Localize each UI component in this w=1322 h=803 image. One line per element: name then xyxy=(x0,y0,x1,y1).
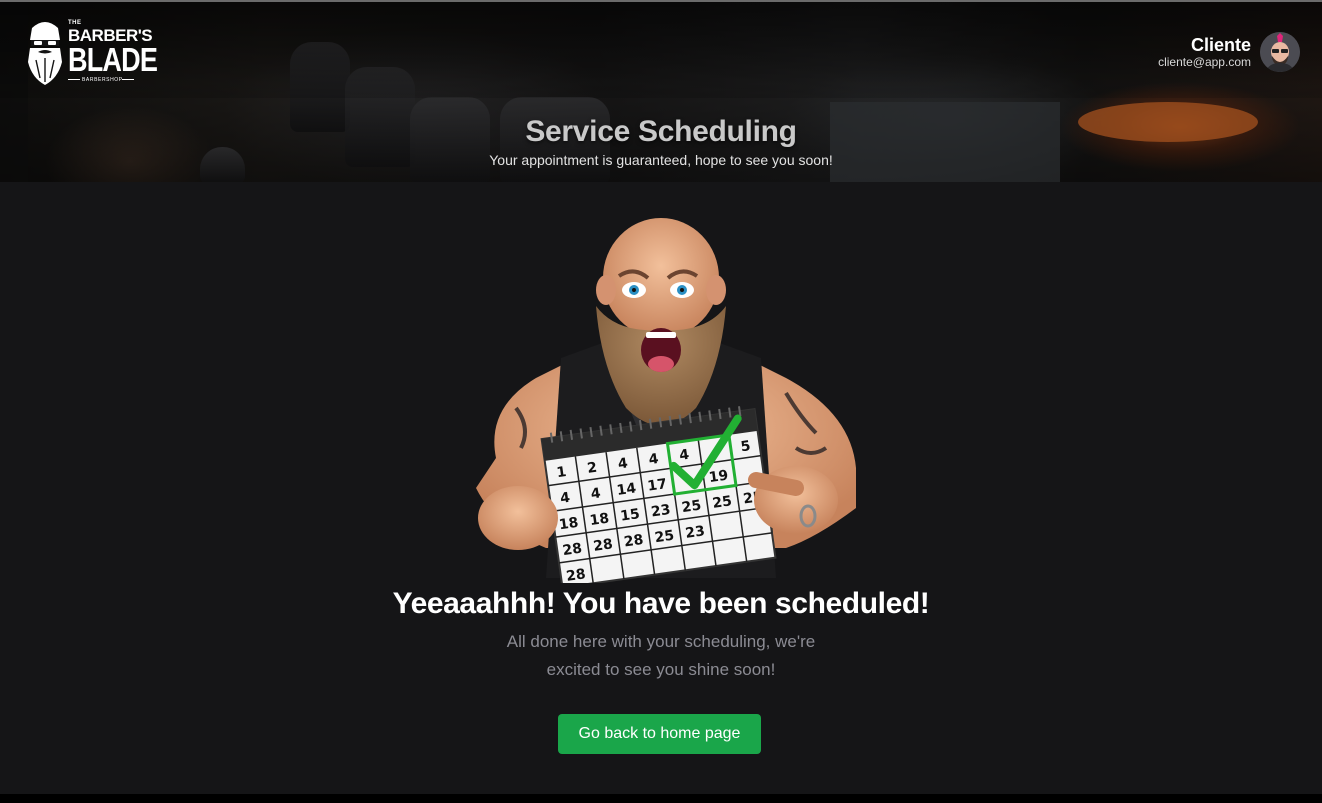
illustration-svg: 1 2 4 4 4 5 4 4 14 17 19 18 18 15 23 25 xyxy=(476,218,856,589)
success-headline: Yeeaaahhh! You have been scheduled! xyxy=(392,587,930,620)
calendar-day: 28 xyxy=(623,532,645,551)
calendar-day: 28 xyxy=(592,536,614,555)
brand-logo[interactable]: THE BARBER'S BLADE BARBERSHOP xyxy=(24,16,158,88)
page-title: Service Scheduling xyxy=(525,115,797,148)
user-avatar-icon[interactable] xyxy=(1260,32,1300,72)
calendar-day: 17 xyxy=(646,476,668,495)
user-meta: Cliente cliente@app.com xyxy=(1158,35,1251,70)
logo-rule-right xyxy=(122,79,134,80)
calendar-day: 18 xyxy=(558,515,580,534)
header-topbar xyxy=(0,2,1322,98)
calendar-day: 28 xyxy=(565,566,587,583)
logo-text-barbershop: BARBERSHOP xyxy=(82,77,123,83)
logo-text-blade: BLADE xyxy=(68,41,158,78)
success-message: All done here with your scheduling, we'r… xyxy=(506,632,816,679)
calendar-day: 18 xyxy=(589,511,611,530)
logo-rule-left xyxy=(68,79,80,80)
user-name: Cliente xyxy=(1190,34,1251,55)
calendar-day: 25 xyxy=(654,528,676,547)
calendar-day: 15 xyxy=(619,506,641,525)
barber-face-logo-icon xyxy=(28,22,62,85)
calendar-day: 14 xyxy=(616,480,638,499)
user-email: cliente@app.com xyxy=(1158,54,1251,69)
user-menu[interactable]: Cliente cliente@app.com xyxy=(1158,32,1300,72)
header-hero: THE BARBER'S BLADE BARBERSHOP Cliente cl… xyxy=(0,0,1322,182)
calendar-day: 23 xyxy=(684,523,706,542)
calendar-day: 23 xyxy=(650,502,672,521)
avatar-face-icon xyxy=(1260,32,1300,72)
calendar-day: 25 xyxy=(711,493,733,512)
calendar-day: 25 xyxy=(681,498,703,517)
go-home-button[interactable]: Go back to home page xyxy=(558,714,761,754)
page-subtitle: Your appointment is guaranteed, hope to … xyxy=(489,152,833,168)
page: THE BARBER'S BLADE BARBERSHOP Cliente cl… xyxy=(0,0,1322,803)
excited-man-with-calendar-illustration: 1 2 4 4 4 5 4 4 14 17 19 18 18 15 23 25 xyxy=(456,218,866,589)
bottom-strip xyxy=(0,794,1322,803)
calendar-day: 19 xyxy=(708,467,730,486)
calendar-day: 28 xyxy=(562,541,584,560)
